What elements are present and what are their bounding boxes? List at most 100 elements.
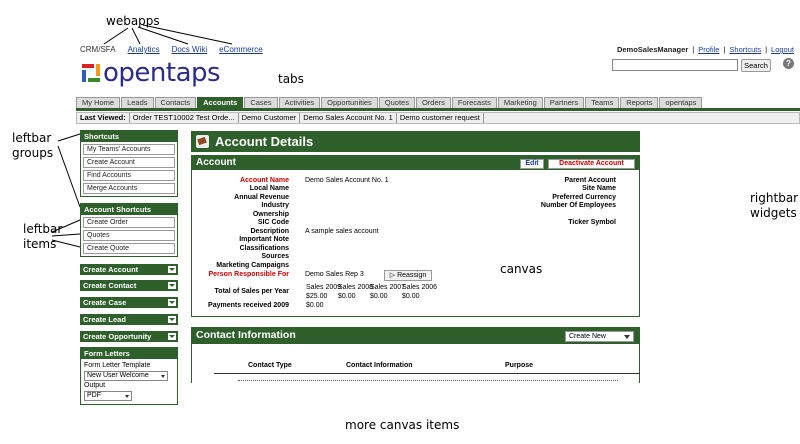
chevron-down-icon[interactable] (168, 333, 176, 340)
tab-leads[interactable]: Leads (121, 97, 154, 108)
payments-received-value: $0.00 (306, 302, 324, 309)
field-label-marketing-campaigns: Marketing Campaigns (216, 262, 289, 269)
create-account-label: Create Account (83, 265, 139, 274)
create-new-select[interactable]: Create New (565, 331, 634, 342)
annotation-line: leftbar (23, 222, 63, 236)
webapp-crm[interactable]: CRM/SFA (80, 45, 116, 54)
search-input[interactable] (612, 59, 738, 71)
create-case-label: Create Case (83, 298, 127, 307)
edit-button[interactable]: Edit (520, 159, 544, 169)
account-icon (196, 135, 209, 148)
divider: | (692, 45, 695, 54)
webapp-analytics[interactable]: Analytics (128, 45, 160, 54)
description-value: A sample sales account (305, 228, 379, 235)
sales-year: Sales 2008 (338, 284, 374, 291)
create-opportunity-bar[interactable]: Create Opportunity (80, 331, 178, 342)
annotation-leftbar-items: leftbar items (23, 222, 62, 252)
field-label-account-name: Account Name (239, 177, 289, 184)
arrow-to-docs (137, 26, 189, 45)
field-label-annual-revenue: Annual Revenue (234, 194, 289, 201)
shortcut-my-teams-accounts[interactable]: My Teams' Accounts (83, 144, 175, 155)
create-opportunity-label: Create Opportunity (83, 332, 152, 341)
help-icon[interactable]: ? (783, 58, 794, 69)
tab-opportunities[interactable]: Opportunities (321, 97, 378, 108)
total-sales-label: Total of Sales per Year (214, 288, 289, 295)
tab-reports[interactable]: Reports (620, 97, 659, 108)
opentaps-logo[interactable]: opentaps (82, 60, 221, 86)
divider: | (723, 45, 726, 54)
shortcuts-header: Shortcuts (81, 131, 177, 142)
shortcut-create-order[interactable]: Create Order (83, 217, 175, 228)
logout-link[interactable]: Logout (771, 45, 794, 54)
create-contact-bar[interactable]: Create Contact (80, 280, 178, 291)
payments-received-label: Payments received 2009 (208, 302, 289, 309)
tab-orders[interactable]: Orders (415, 97, 451, 108)
account-shortcuts-header: Account Shortcuts (81, 204, 177, 215)
form-letter-template-select[interactable]: New User Welcome (84, 371, 168, 381)
sales-year: Sales 2009 (306, 284, 342, 291)
tab-activities[interactable]: Activities (278, 97, 321, 108)
chevron-down-icon[interactable] (168, 266, 176, 273)
webapp-ecommerce[interactable]: eCommerce (219, 45, 263, 54)
column-contact-type: Contact Type (248, 362, 292, 369)
tab-my-home[interactable]: My Home (76, 97, 121, 108)
create-case-bar[interactable]: Create Case (80, 297, 178, 308)
field-label-local-name: Local Name (249, 185, 289, 192)
chevron-down-icon[interactable] (168, 282, 176, 289)
create-lead-bar[interactable]: Create Lead (80, 314, 178, 325)
reassign-button[interactable]: Reassign (384, 270, 432, 281)
search-button[interactable]: Search (741, 59, 771, 72)
tab-opentaps[interactable]: opentaps (659, 97, 703, 108)
person-responsible-value: Demo Sales Rep 3 (305, 271, 364, 278)
chevron-down-icon[interactable] (168, 299, 176, 306)
column-purpose: Purpose (505, 362, 534, 369)
last-viewed-item[interactable]: Demo Customer (239, 113, 301, 123)
annotation-rightbar-widgets: rightbar widgets (750, 191, 798, 221)
shortcut-find-accounts[interactable]: Find Accounts (83, 170, 175, 181)
account-name-value: Demo Sales Account No. 1 (305, 177, 389, 184)
output-label: Output (84, 382, 106, 389)
arrow-to-crm (103, 27, 129, 45)
tab-quotes[interactable]: Quotes (378, 97, 415, 108)
shortcut-merge-accounts[interactable]: Merge Accounts (83, 183, 175, 194)
shortcuts-group: Shortcuts My Teams' Accounts Create Acco… (80, 130, 178, 197)
chevron-down-icon[interactable] (168, 316, 176, 323)
tab-contacts[interactable]: Contacts (154, 97, 197, 108)
profile-link[interactable]: Profile (698, 45, 719, 54)
shortcut-quotes[interactable]: Quotes (83, 230, 175, 241)
annotation-tabs: tabs (278, 72, 304, 86)
annotation-line: rightbar (750, 191, 799, 205)
shortcuts-link[interactable]: Shortcuts (729, 45, 761, 54)
deactivate-account-button[interactable]: Deactivate Account (548, 159, 635, 169)
webapps-bar: CRM/SFA Analytics Docs Wiki eCommerce (80, 45, 263, 54)
last-viewed-item[interactable]: Demo customer request (397, 113, 484, 123)
logo-mark-icon (82, 64, 100, 82)
webapp-docs-wiki[interactable]: Docs Wiki (172, 45, 208, 54)
tab-accounts[interactable]: Accounts (197, 97, 244, 108)
account-shortcuts-group: Account Shortcuts Create Order Quotes Cr… (80, 203, 178, 257)
sales-value: $0.00 (338, 293, 356, 300)
current-user: DemoSalesManager (616, 45, 689, 54)
annotation-more-canvas: more canvas items (345, 418, 460, 432)
form-letters-group: Form Letters Form Letter Template New Us… (80, 347, 178, 405)
tab-cases[interactable]: Cases (244, 97, 278, 108)
annotation-webapps: webapps (106, 14, 160, 28)
tab-marketing[interactable]: Marketing (497, 97, 543, 108)
shortcut-create-quote[interactable]: Create Quote (83, 243, 175, 254)
tab-partners[interactable]: Partners (543, 97, 585, 108)
tab-teams[interactable]: Teams (585, 97, 620, 108)
arrow-to-analytics (131, 27, 141, 45)
field-label-site-name: Site Name (582, 185, 616, 192)
divider: | (765, 45, 768, 54)
field-label-classifications: Classifications (239, 245, 289, 252)
last-viewed-item[interactable]: Order TEST10002 Test Orde... (130, 113, 239, 123)
shortcut-create-account[interactable]: Create Account (83, 157, 175, 168)
last-viewed-item[interactable]: Demo Sales Account No. 1 (300, 113, 397, 123)
tab-forecasts[interactable]: Forecasts (451, 97, 497, 108)
create-account-bar[interactable]: Create Account (80, 264, 178, 275)
field-label-industry: Industry (261, 202, 289, 209)
output-select[interactable]: PDF (84, 391, 132, 401)
tab-underline (76, 108, 800, 111)
field-label-person-responsible: Person Responsible For (208, 271, 289, 278)
sales-value: $0.00 (402, 293, 420, 300)
